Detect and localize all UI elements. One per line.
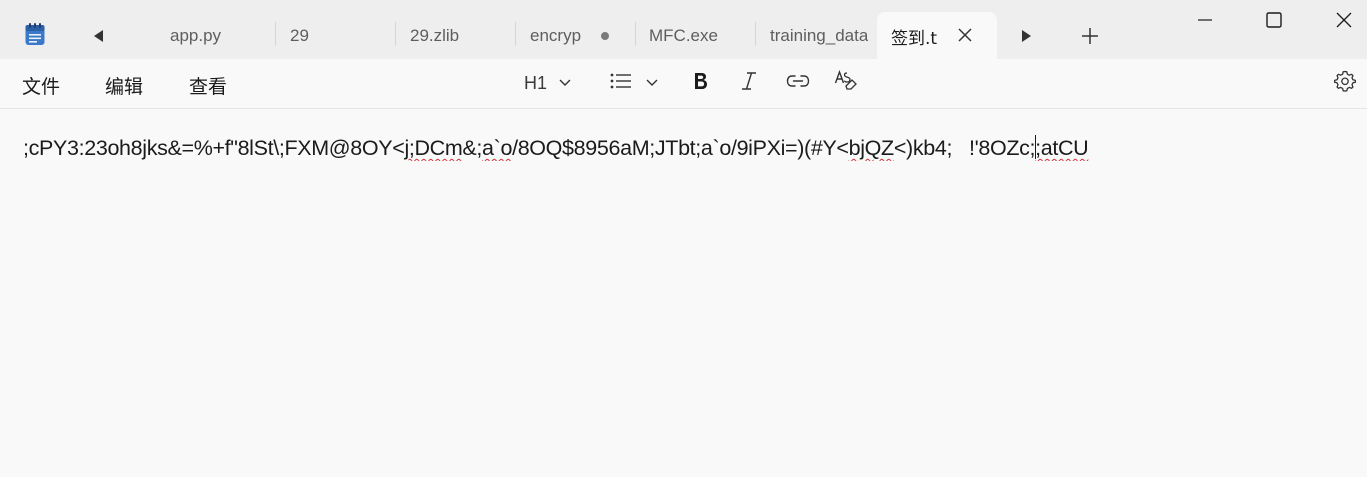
clear-formatting-icon (834, 69, 858, 97)
heading-dropdown[interactable]: H1 (524, 69, 571, 97)
close-icon[interactable] (1329, 6, 1359, 34)
text-segment: <)kb4; !'8OZc; (893, 136, 1036, 160)
tab-label: training_data (770, 26, 868, 45)
tab-label: MFC.exe (649, 26, 718, 45)
bold-button[interactable] (692, 69, 710, 97)
tab-encryp[interactable]: encryp (516, 12, 636, 59)
spelling-error: a`o (482, 136, 513, 160)
notepad-window: app.py 29 29.zlib encryp MFC.exe trainin… (0, 0, 1367, 477)
tab-mfc-exe[interactable]: MFC.exe (636, 12, 756, 59)
tab-29[interactable]: 29 (276, 12, 396, 59)
triangle-right-icon[interactable] (1016, 24, 1036, 48)
spelling-error: ;atCU (1035, 136, 1089, 160)
tab-app-py[interactable]: app.py (156, 12, 276, 59)
tab-label: 29 (290, 26, 309, 45)
spelling-error: bjQZ (848, 136, 895, 160)
close-tab-icon[interactable] (956, 26, 974, 44)
clear-formatting-button[interactable] (834, 69, 858, 97)
spelling-error: j;DCm (404, 136, 463, 160)
tab-label: app.py (170, 26, 222, 45)
triangle-left-icon[interactable] (89, 24, 109, 48)
tab-label: 29.zlib (410, 26, 460, 45)
list-dropdown[interactable] (610, 69, 658, 97)
title-bar: app.py 29 29.zlib encryp MFC.exe trainin… (0, 0, 1367, 59)
chevron-down-icon (646, 74, 658, 92)
tab-active[interactable]: 签到.t (877, 12, 997, 59)
settings-button[interactable] (1333, 69, 1357, 97)
bold-icon (692, 71, 710, 96)
heading-label: H1 (524, 72, 548, 93)
text-segment: /8OQ$8956aM;JTbt;a`o/9iPXi=)(#Y< (512, 136, 849, 160)
toolbar: 文件 编辑 查看 H1 (0, 59, 1367, 109)
tab-training-data[interactable]: training_data (756, 12, 876, 59)
link-icon (786, 74, 810, 93)
notepad-icon (24, 22, 46, 46)
link-button[interactable] (786, 69, 810, 97)
text-segment: ;cPY3:23oh8jks&=%+f"8lSt\;FXM@8OY< (23, 136, 405, 160)
italic-button[interactable] (740, 69, 758, 97)
tab-label: 签到.t (891, 28, 937, 49)
text-segment: &; (462, 136, 483, 160)
chevron-down-icon (559, 74, 571, 92)
menu-file[interactable]: 文件 (22, 72, 60, 99)
plus-icon[interactable] (1079, 24, 1101, 48)
maximize-icon[interactable] (1259, 6, 1289, 34)
minimize-icon[interactable] (1190, 6, 1220, 34)
menu-edit[interactable]: 编辑 (105, 72, 143, 99)
italic-icon (740, 71, 758, 96)
gear-icon (1333, 70, 1357, 97)
editor-area[interactable]: ;cPY3:23oh8jks&=%+f"8lSt\;FXM@8OY<j;DCm&… (0, 109, 1367, 477)
menu-view[interactable]: 查看 (189, 72, 227, 99)
tab-label: encryp (530, 26, 582, 45)
document-text[interactable]: ;cPY3:23oh8jks&=%+f"8lSt\;FXM@8OY<j;DCm&… (23, 135, 1343, 161)
bulleted-list-icon (610, 73, 632, 94)
tab-29-zlib[interactable]: 29.zlib (396, 12, 516, 59)
unsaved-dot-icon (601, 32, 609, 40)
